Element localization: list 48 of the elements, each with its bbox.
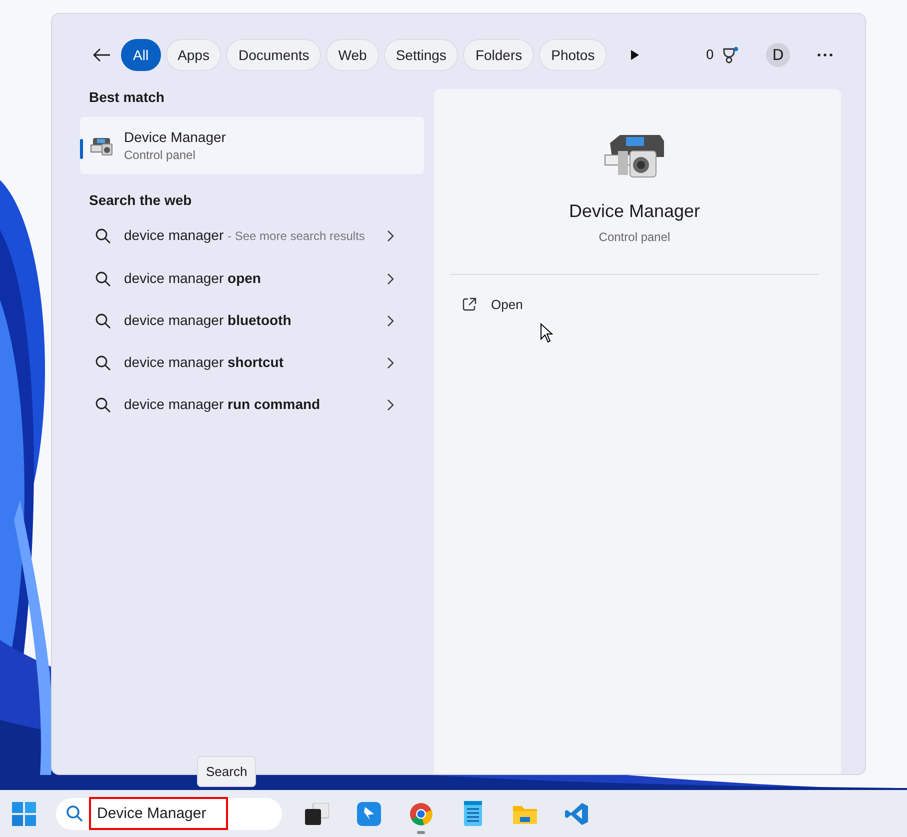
- external-link-icon: [462, 297, 477, 312]
- preview-title: Device Manager: [568, 201, 700, 222]
- web-result-item[interactable]: device manager bluetooth: [80, 311, 424, 331]
- search-icon: [95, 271, 111, 287]
- web-result-item[interactable]: device manager run command: [80, 395, 424, 415]
- preview-subtitle: Control panel: [598, 230, 670, 244]
- pointer-icon: [540, 323, 553, 343]
- search-icon: [66, 805, 83, 822]
- start-icon[interactable]: [12, 802, 36, 826]
- web-result-item[interactable]: device manager shortcut: [80, 353, 424, 373]
- chevron-icon: [387, 273, 394, 285]
- section-heading: Best match: [88, 89, 166, 105]
- best-match-item[interactable]: Device Manager Control panel: [80, 117, 424, 174]
- result-subtitle: Control panel: [124, 148, 196, 162]
- code-editor-icon[interactable]: [565, 802, 589, 826]
- filter-tab[interactable]: Folders: [463, 39, 534, 71]
- search-icon: [95, 313, 111, 329]
- filter-tab[interactable]: Web: [326, 39, 379, 71]
- tooltip: Search: [197, 756, 256, 787]
- filter-tab[interactable]: Documents: [226, 39, 322, 71]
- web-result-item[interactable]: device manager - See more search results: [80, 226, 424, 247]
- chevron-icon: [387, 315, 394, 327]
- points-count: 0: [706, 48, 714, 62]
- avatar[interactable]: D: [766, 43, 790, 67]
- browser-icon[interactable]: [409, 802, 433, 826]
- search-value: Device Manager: [91, 799, 226, 828]
- chevron-icon: [387, 230, 394, 242]
- chevron-icon: [387, 399, 394, 411]
- search-field[interactable]: Device Manager: [56, 798, 282, 830]
- filter-tab[interactable]: All: [121, 39, 161, 71]
- more-icon[interactable]: [817, 53, 833, 57]
- back-arrow-icon[interactable]: [92, 47, 112, 63]
- trophy-icon: [721, 46, 739, 64]
- result-title: Device Manager: [124, 129, 226, 145]
- section-heading: Search the web: [88, 192, 193, 208]
- filter-tab[interactable]: Photos: [539, 39, 607, 71]
- web-result-item[interactable]: device manager open: [80, 269, 424, 289]
- bird-app-icon[interactable]: [357, 802, 381, 826]
- play-icon[interactable]: [630, 49, 640, 61]
- open-action[interactable]: Open: [450, 295, 535, 314]
- filter-tab[interactable]: Apps: [166, 39, 222, 71]
- chevron-icon: [387, 357, 394, 369]
- search-icon: [95, 397, 111, 413]
- notepad-icon[interactable]: [463, 800, 483, 826]
- filter-tab[interactable]: Settings: [384, 39, 458, 71]
- search-icon: [95, 228, 111, 244]
- windows-icon[interactable]: [305, 802, 329, 824]
- search-icon: [95, 355, 111, 371]
